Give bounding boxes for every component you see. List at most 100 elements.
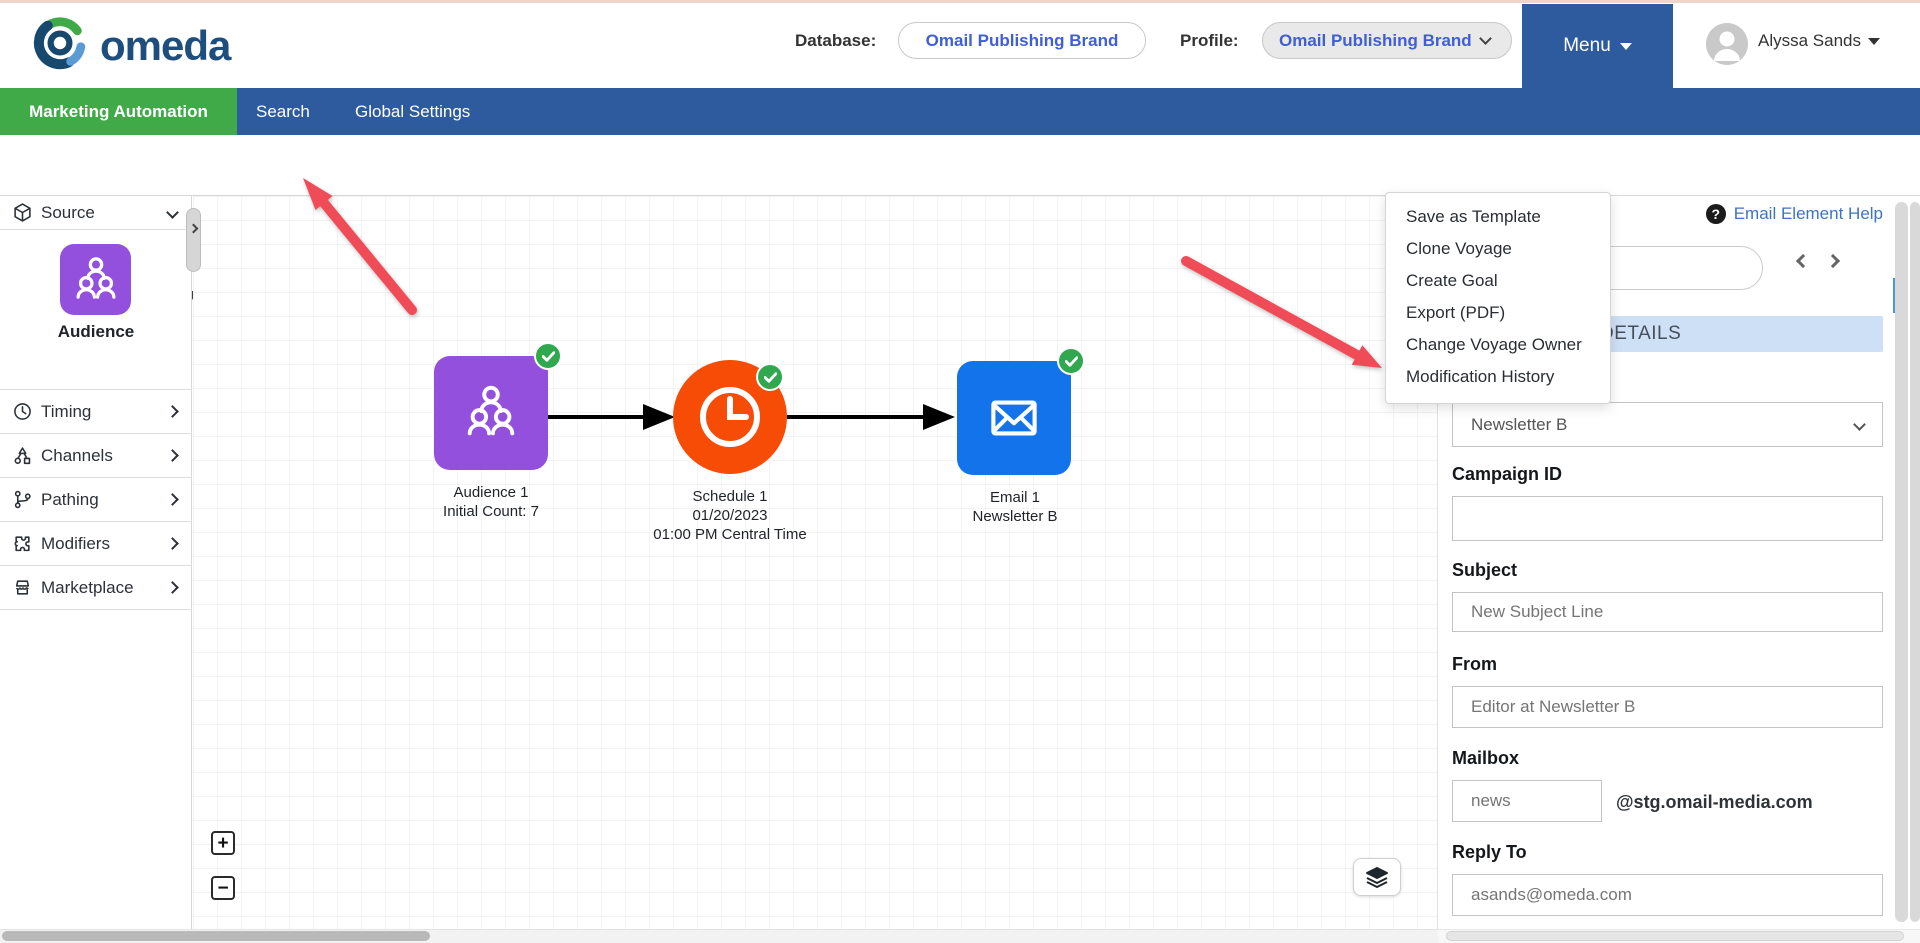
menu-item-clone-voyage[interactable]: Clone Voyage (1386, 233, 1610, 265)
sidebar-item-marketplace[interactable]: Marketplace (0, 566, 192, 610)
sidebar-item-label: Marketplace (41, 578, 134, 598)
omeda-logo-icon (30, 13, 90, 78)
menu-button[interactable]: Menu (1522, 4, 1673, 88)
chevron-down-icon (166, 206, 179, 219)
omeda-logo[interactable]: omeda (30, 13, 230, 78)
check-badge (756, 363, 784, 391)
header: omeda Database: Omail Publishing Brand P… (0, 0, 1920, 88)
people-icon (460, 382, 522, 444)
chevron-right-icon (166, 581, 179, 594)
node-date: 01/20/2023 (627, 506, 833, 525)
menu-item-create-goal[interactable]: Create Goal (1386, 265, 1610, 297)
sidebar-item-timing[interactable]: Timing (0, 390, 192, 434)
zoom-in-button[interactable]: + (211, 831, 235, 855)
source-elements: Audience (0, 230, 192, 390)
profile-dropdown[interactable]: Omail Publishing Brand (1262, 22, 1512, 59)
puzzle-icon (13, 534, 39, 553)
branch-icon (13, 490, 39, 509)
from-input[interactable] (1452, 686, 1883, 728)
layers-button[interactable] (1353, 858, 1401, 896)
tab-marketing-automation[interactable]: Marketing Automation (0, 88, 237, 135)
menu-item-export-pdf[interactable]: Export (PDF) (1386, 297, 1610, 329)
user-menu[interactable]: Alyssa Sands (1758, 31, 1880, 51)
nodes-icon (13, 446, 39, 465)
node-name: Audience 1 (411, 483, 571, 502)
sidebar-item-label: Pathing (41, 490, 99, 510)
clock-icon (13, 402, 39, 421)
chevron-right-icon (166, 493, 179, 506)
app-window: omeda Database: Omail Publishing Brand P… (0, 0, 1920, 943)
brand-wordmark: omeda (100, 22, 230, 70)
subject-input[interactable] (1452, 592, 1883, 632)
clock-icon (695, 382, 765, 452)
from-label: From (1452, 654, 1497, 675)
database-pill[interactable]: Omail Publishing Brand (898, 22, 1146, 59)
avatar[interactable] (1706, 23, 1748, 65)
chevron-left-icon[interactable] (1796, 254, 1810, 268)
reply-to-input[interactable] (1452, 874, 1883, 916)
audience-tile-label: Audience (0, 322, 192, 342)
primary-nav: Marketing Automation Search Global Setti… (0, 88, 1920, 135)
database-label: Database: (795, 31, 876, 51)
cube-icon (13, 203, 39, 222)
store-icon (13, 578, 39, 597)
node-meta: Initial Count: 7 (411, 502, 571, 521)
sidebar-item-label: Source (41, 203, 95, 223)
voyage-toolbar: Autosave Autosave Demo Last Saved:01/20/… (0, 135, 1920, 196)
node-time: 01:00 PM Central Time (627, 525, 833, 544)
mailbox-label: Mailbox (1452, 748, 1519, 769)
audience-element-tile[interactable] (60, 244, 131, 315)
user-name: Alyssa Sands (1758, 31, 1861, 51)
newsletter-select[interactable]: Newsletter B (1452, 402, 1883, 447)
check-badge (534, 342, 562, 370)
sidebar-item-modifiers[interactable]: Modifiers (0, 522, 192, 566)
menu-label: Menu (1563, 35, 1611, 57)
caret-down-icon (1620, 43, 1632, 50)
sidebar-item-source[interactable]: Source (0, 196, 192, 230)
database-value: Omail Publishing Brand (926, 31, 1119, 51)
sidebar-item-pathing[interactable]: Pathing (0, 478, 192, 522)
tab-search[interactable]: Search (256, 88, 310, 135)
audience-node[interactable] (434, 356, 548, 470)
check-badge (1057, 347, 1085, 375)
layers-icon (1365, 866, 1389, 888)
panel-hscrollbar-thumb[interactable] (1446, 931, 1904, 941)
campaign-id-input[interactable] (1452, 496, 1883, 541)
connector-lines (193, 196, 1438, 929)
caret-down-icon (1868, 38, 1880, 45)
panel-vscrollbar-thumb[interactable] (1895, 202, 1908, 922)
chevron-down-icon (1479, 32, 1492, 45)
email-node-label: Email 1 Newsletter B (935, 488, 1095, 526)
canvas-hscrollbar-thumb[interactable] (2, 931, 430, 941)
chevron-down-icon (1853, 418, 1866, 431)
tab-global-settings[interactable]: Global Settings (355, 88, 470, 135)
chevron-right-icon[interactable] (1826, 254, 1840, 268)
audience-node-label: Audience 1 Initial Count: 7 (411, 483, 571, 521)
envelope-icon (981, 385, 1047, 451)
subject-label: Subject (1452, 560, 1517, 581)
sidebar-item-channels[interactable]: Channels (0, 434, 192, 478)
window-vscrollbar-thumb[interactable] (1910, 202, 1920, 922)
reply-to-label: Reply To (1452, 842, 1527, 863)
menu-item-save-as-template[interactable]: Save as Template (1386, 201, 1610, 233)
voyage-canvas[interactable]: Audience 1 Initial Count: 7 Schedule 1 0… (193, 196, 1438, 929)
node-meta: Newsletter B (935, 507, 1095, 526)
sidebar-item-label: Channels (41, 446, 113, 466)
menu-item-change-voyage-owner[interactable]: Change Voyage Owner (1386, 329, 1610, 361)
sidebar-item-label: Modifiers (41, 534, 110, 554)
chevron-right-icon (189, 224, 199, 234)
element-pager (1798, 256, 1838, 266)
sidebar-collapse-handle[interactable] (186, 208, 201, 272)
zoom-out-button[interactable]: − (211, 876, 235, 900)
profile-value: Omail Publishing Brand (1279, 31, 1475, 51)
chevron-right-icon (166, 405, 179, 418)
help-link-label: Email Element Help (1734, 204, 1883, 224)
node-name: Email 1 (935, 488, 1095, 507)
email-element-help-link[interactable]: ? Email Element Help (1706, 204, 1883, 224)
menu-item-modification-history[interactable]: Modification History (1386, 361, 1610, 393)
question-icon: ? (1706, 204, 1726, 224)
mailbox-input[interactable] (1452, 780, 1602, 822)
sidebar-item-label: Timing (41, 402, 91, 422)
window-top-border (0, 0, 1920, 3)
email-node[interactable] (957, 361, 1071, 475)
